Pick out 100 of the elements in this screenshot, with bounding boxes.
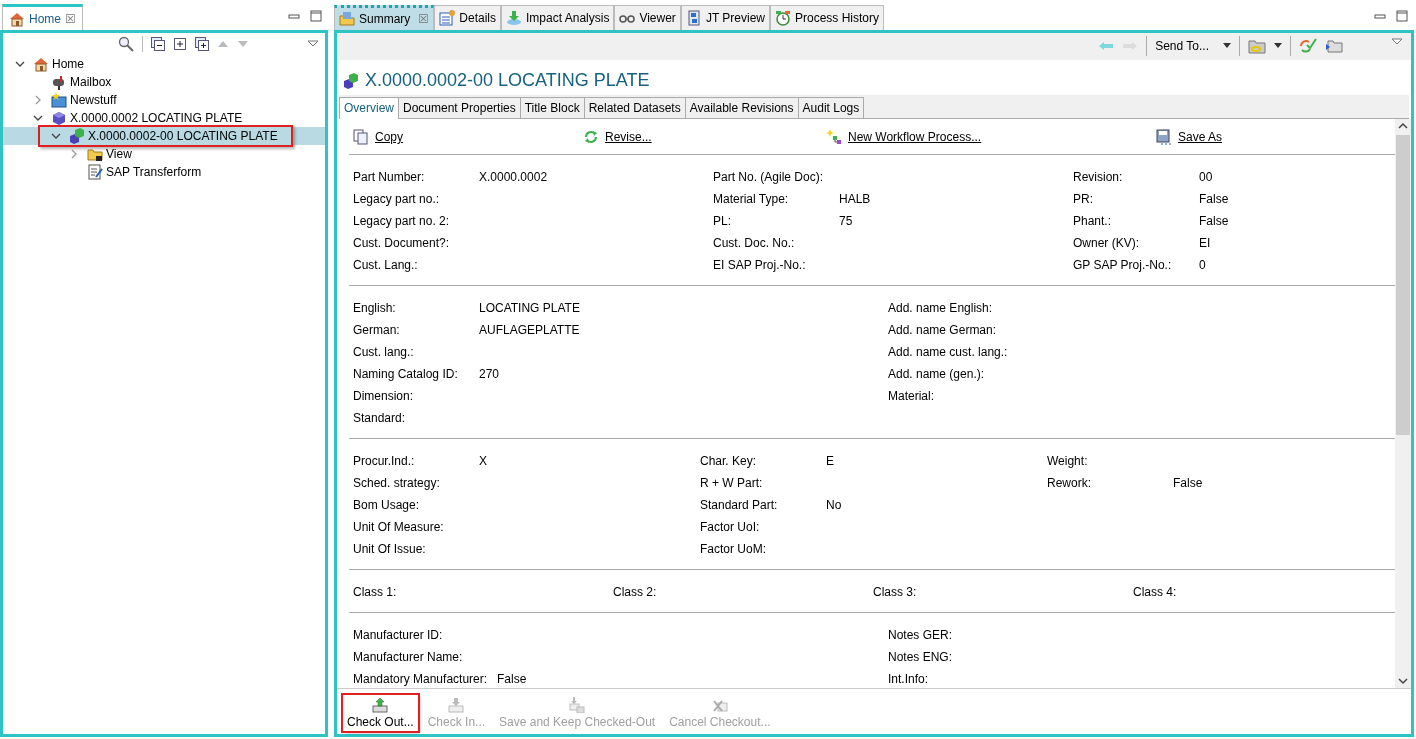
field-label: Int.Info: (888, 671, 930, 687)
editor-tab[interactable]: Details (434, 5, 502, 30)
field-value: E (826, 453, 835, 469)
field-value: False (1199, 213, 1230, 229)
collapse-all-icon[interactable] (151, 37, 165, 51)
copy-icon (353, 129, 369, 145)
view-tab[interactable]: Home ☒ (2, 4, 83, 30)
field-value: LOCATING PLATE (479, 300, 581, 316)
field-value: HALB (839, 191, 872, 207)
toolbar-button[interactable]: Check Out... (343, 695, 418, 731)
field-label: Class 2: (613, 584, 658, 600)
document-icon (439, 10, 456, 26)
field-label: Bom Usage: (353, 497, 421, 513)
tree-item[interactable]: SAP Transferform (85, 163, 204, 181)
field-label: Add. name (gen.): (888, 366, 986, 382)
house-icon (9, 10, 25, 27)
field-label: Add. name cust. lang.: (888, 344, 1009, 360)
field-label: Part No. (Agile Doc): (713, 169, 825, 185)
action-link[interactable]: Save As (1178, 130, 1223, 144)
field-label: Standard: (353, 410, 407, 426)
folder-arrow-icon[interactable] (1325, 39, 1343, 53)
action-link[interactable]: New Workflow Process... (848, 130, 982, 144)
collapse-icon[interactable] (31, 113, 45, 123)
field-label: Manufacturer ID: (353, 627, 444, 643)
workflow-icon (826, 129, 842, 145)
field-label: R + W Part: (700, 475, 764, 491)
field-label: Rework: (1047, 475, 1092, 491)
expand-icon[interactable] (173, 37, 187, 51)
field-label: Mandatory Manufacturer: (353, 671, 489, 687)
field-label: Legacy part no. 2: (353, 213, 451, 229)
collapse-icon[interactable] (49, 131, 63, 141)
field-label: Notes GER: (888, 627, 954, 643)
editor-tab[interactable]: Process History (770, 5, 885, 30)
action-link[interactable]: Copy (375, 130, 403, 144)
field-value: X.0000.0002 (479, 169, 549, 185)
field-value: 75 (839, 213, 854, 229)
field-value: 0 (1199, 257, 1207, 273)
tree-item[interactable]: Home (31, 55, 86, 73)
field-label: Factor UoM: (700, 541, 767, 557)
sync-check-icon[interactable] (1299, 38, 1317, 54)
field-label: Weight: (1047, 453, 1089, 469)
field-label: Revision: (1073, 169, 1124, 185)
field-value: AUFLAGEPLATTE (479, 322, 581, 338)
tree-item[interactable]: View (85, 145, 134, 163)
field-label: Dimension: (353, 388, 415, 404)
field-value: X (479, 453, 488, 469)
action-link[interactable]: Revise... (605, 130, 652, 144)
tree-item[interactable]: Mailbox (49, 73, 114, 91)
field-label: Standard Part: (700, 497, 779, 513)
search-icon[interactable] (118, 36, 134, 52)
editor-tab[interactable]: Impact Analysis (501, 5, 615, 30)
field-label: Notes ENG: (888, 649, 954, 665)
field-label: Cust. lang.: (353, 344, 415, 360)
field-label: Cust. Lang.: (353, 257, 419, 273)
folder-icon (87, 146, 103, 162)
view-menu-icon[interactable] (1391, 37, 1403, 47)
field-value: EI (1199, 235, 1212, 251)
field-label: Add. name English: (888, 300, 994, 316)
field-label: Unit Of Issue: (353, 541, 427, 557)
editor-tab[interactable]: Viewer (614, 5, 681, 30)
field-label: Cust. Document?: (353, 235, 451, 251)
expand-all-icon[interactable] (195, 37, 209, 51)
refresh-icon (583, 129, 599, 145)
collapse-icon[interactable] (13, 59, 27, 69)
section-tab[interactable]: Audit Logs (797, 97, 865, 118)
section-tab[interactable]: Document Properties (398, 97, 521, 118)
document-icon (685, 10, 702, 26)
editor-tab[interactable]: JT Preview (680, 5, 770, 30)
field-label: Unit Of Measure: (353, 519, 445, 535)
field-value: No (826, 497, 843, 513)
send-to-button[interactable]: Send To... (1155, 39, 1231, 53)
field-label: Sched. strategy: (353, 475, 441, 491)
section-tab[interactable]: Overview (339, 97, 399, 119)
form-icon (87, 164, 103, 180)
save-icon (1156, 129, 1172, 145)
field-label: Char. Key: (700, 453, 758, 469)
field-label: Naming Catalog ID: (353, 366, 459, 382)
field-label: Owner (KV): (1073, 235, 1140, 251)
field-label: Material: (888, 388, 935, 404)
folder-link-icon[interactable] (1248, 38, 1266, 54)
scrollbar[interactable] (1395, 119, 1411, 688)
field-label: German: (353, 322, 401, 338)
field-label: GP SAP Proj.-No.: (1073, 257, 1173, 273)
field-value: False (1199, 191, 1230, 207)
cubes-icon (69, 128, 85, 144)
maximize-icon[interactable] (310, 10, 322, 22)
download-icon (448, 697, 465, 713)
folder-star-icon (51, 92, 67, 108)
page-title: X.0000.0002-00 LOCATING PLATE (365, 70, 650, 91)
field-label: EI SAP Proj.-No.: (713, 257, 807, 273)
tree-item[interactable]: Newstuff (49, 91, 119, 109)
view-menu-icon[interactable] (307, 39, 319, 49)
editor-tab[interactable]: Summary ☒ (334, 5, 435, 30)
field-value: False (497, 671, 528, 687)
tree-item[interactable]: X.0000.0002 LOCATING PLATE (49, 109, 245, 127)
maximize-icon[interactable] (1396, 10, 1408, 22)
dropdown-icon[interactable] (1274, 43, 1282, 49)
field-label: Legacy part no.: (353, 191, 441, 207)
field-label: English: (353, 300, 397, 316)
close-icon[interactable]: ☒ (65, 11, 76, 26)
